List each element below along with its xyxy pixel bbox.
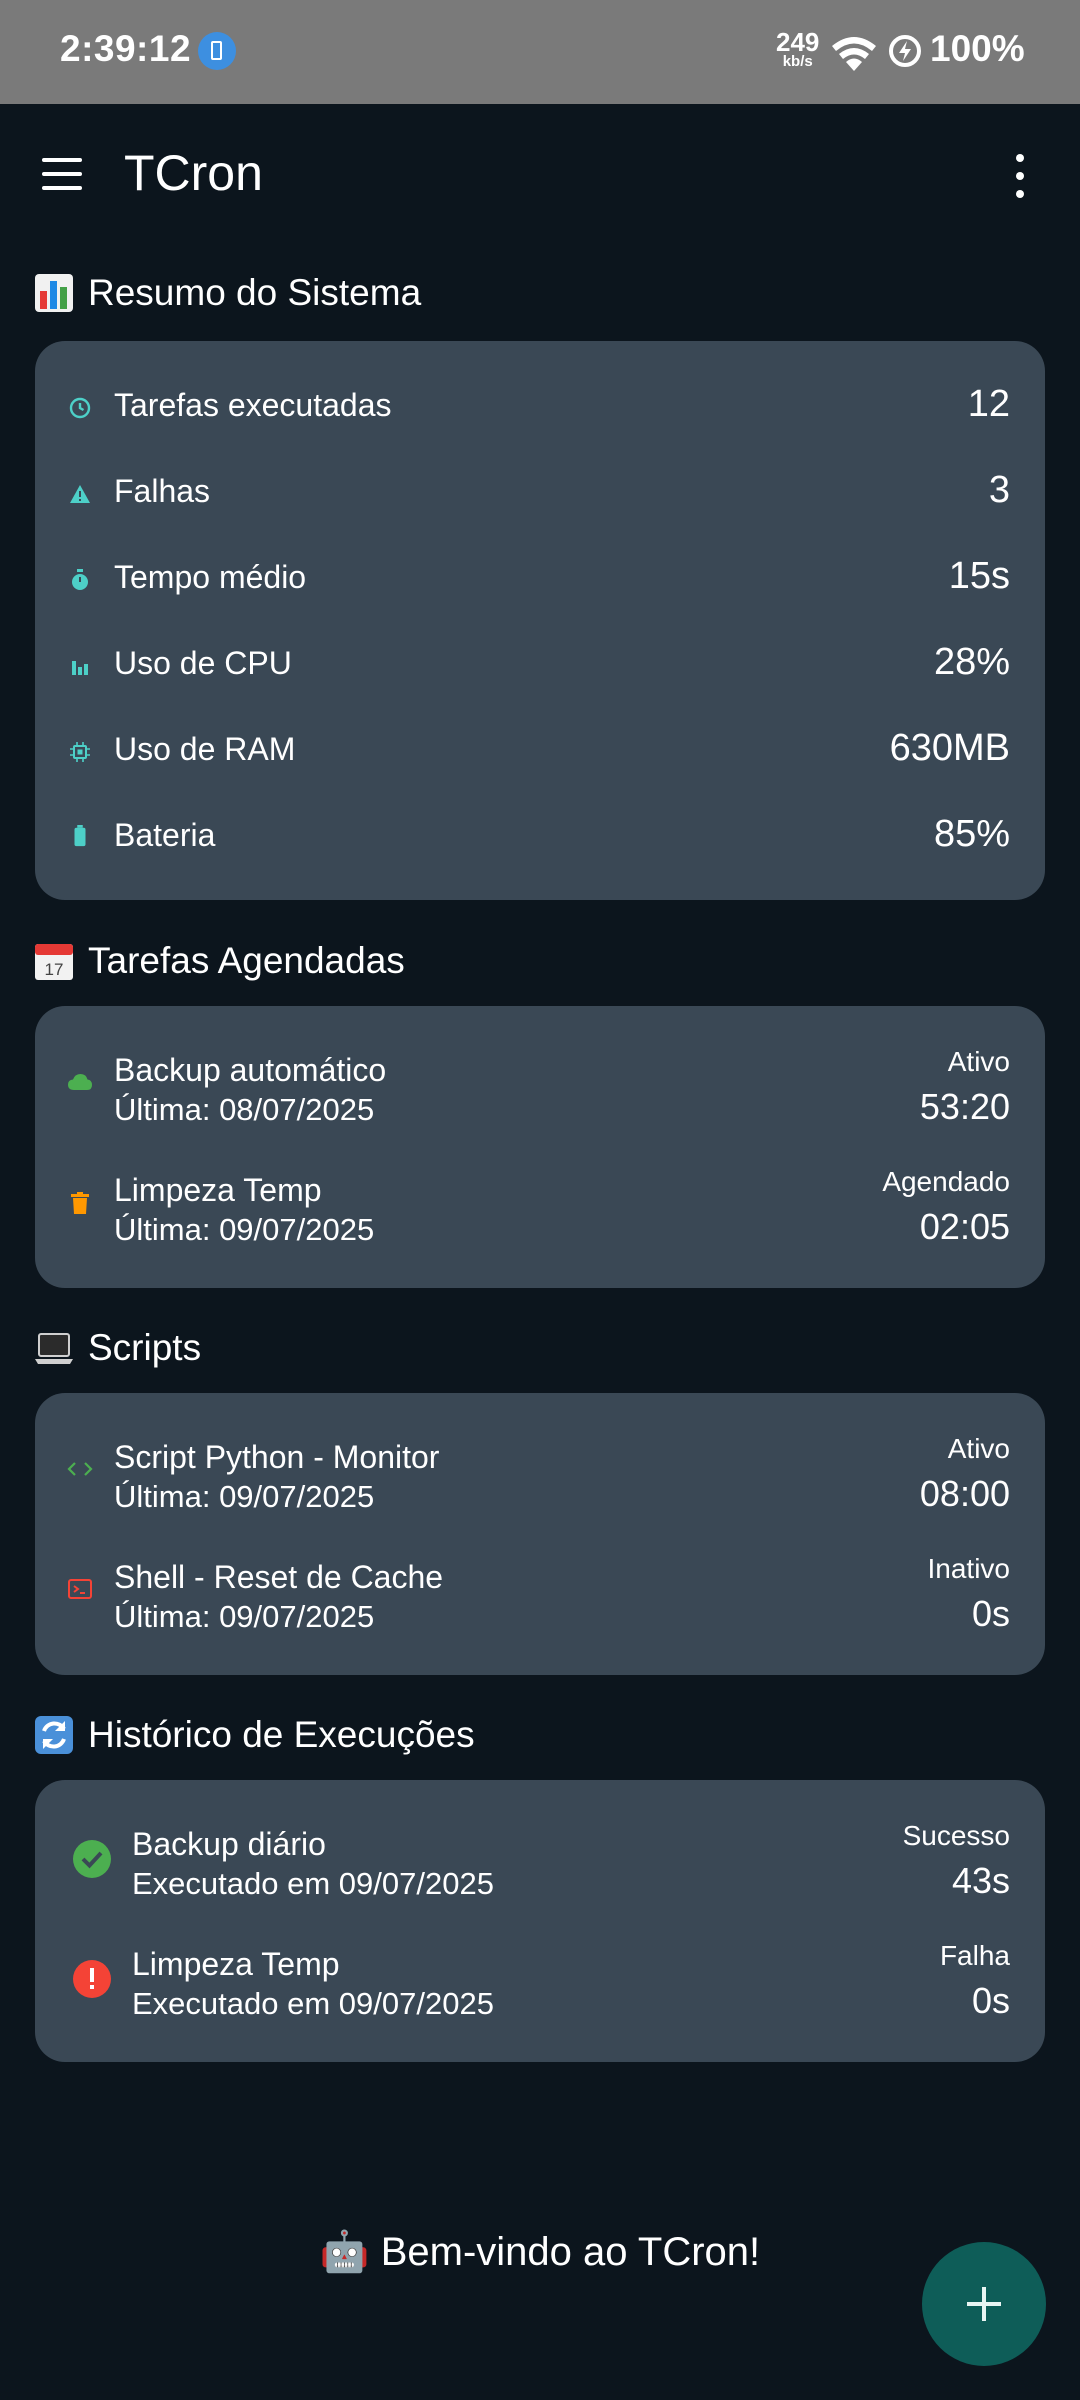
svg-text:17: 17 bbox=[45, 960, 64, 979]
script-last-run: Última: 09/07/2025 bbox=[114, 1479, 375, 1514]
welcome-message: 🤖 Bem-vindo ao TCron! bbox=[319, 2230, 761, 2274]
wifi-icon bbox=[832, 37, 876, 71]
summary-title: Resumo do Sistema bbox=[88, 272, 422, 313]
refresh-emoji-icon bbox=[35, 1716, 73, 1754]
summary-label: Uso de RAM bbox=[114, 731, 296, 767]
timer-icon bbox=[72, 569, 88, 590]
script-status: Inativo bbox=[927, 1553, 1011, 1584]
check-circle-icon bbox=[73, 1840, 111, 1878]
summary-row-cpu: Uso de CPU 28% bbox=[35, 641, 1045, 691]
scripts-card: Script Python - Monitor Última: 09/07/20… bbox=[35, 1393, 1045, 1675]
history-status: Falha bbox=[939, 1940, 1010, 1971]
app-bar: TCron bbox=[0, 104, 1080, 244]
cloud-icon bbox=[68, 1074, 92, 1090]
calendar-emoji-icon: 17 bbox=[35, 944, 73, 980]
summary-section-title: Resumo do Sistema bbox=[34, 272, 421, 314]
script-time: 08:00 bbox=[919, 1473, 1010, 1514]
bar-chart-emoji-icon bbox=[35, 274, 73, 312]
laptop-emoji-icon bbox=[35, 1333, 73, 1364]
task-time: 53:20 bbox=[919, 1086, 1010, 1127]
summary-label: Falhas bbox=[114, 473, 211, 509]
script-time: 0s bbox=[971, 1593, 1010, 1634]
memory-chip-icon bbox=[70, 742, 90, 762]
script-status: Ativo bbox=[947, 1433, 1010, 1464]
script-name: Shell - Reset de Cache bbox=[114, 1559, 444, 1595]
summary-value: 15s bbox=[948, 555, 1010, 597]
clock-icon bbox=[69, 397, 91, 419]
script-item[interactable]: Shell - Reset de Cache Última: 09/07/202… bbox=[35, 1553, 1045, 1634]
script-name: Script Python - Monitor bbox=[114, 1439, 440, 1475]
task-status: Agendado bbox=[882, 1166, 1010, 1197]
summary-label: Tarefas executadas bbox=[114, 387, 392, 423]
scheduled-title: Tarefas Agendadas bbox=[88, 940, 405, 981]
status-bar: 2:39:12 249 kb/s 100% bbox=[0, 0, 1080, 104]
history-detail: Executado em 09/07/2025 bbox=[132, 1866, 494, 1901]
summary-row-ram: Uso de RAM 630MB bbox=[35, 727, 1045, 777]
history-section-title: Histórico de Execuções bbox=[34, 1714, 475, 1756]
history-duration: 0s bbox=[971, 1980, 1010, 2021]
history-detail: Executado em 09/07/2025 bbox=[132, 1986, 494, 2021]
history-name: Limpeza Temp bbox=[132, 1946, 340, 1982]
network-speed: 249 kb/s bbox=[776, 29, 819, 69]
task-last-run: Última: 09/07/2025 bbox=[114, 1212, 375, 1247]
history-item[interactable]: Limpeza Temp Executado em 09/07/2025 Fal… bbox=[35, 1940, 1045, 2021]
task-time: 02:05 bbox=[919, 1206, 1010, 1247]
summary-card: Tarefas executadas 12 Falhas 3 Tempo méd… bbox=[35, 341, 1045, 900]
summary-label: Uso de CPU bbox=[114, 645, 292, 681]
task-name: Limpeza Temp bbox=[114, 1172, 322, 1208]
more-options-icon[interactable] bbox=[1000, 150, 1040, 202]
task-name: Backup automático bbox=[114, 1052, 387, 1088]
summary-value: 630MB bbox=[889, 727, 1010, 769]
app-title: TCron bbox=[124, 145, 263, 201]
script-last-run: Última: 09/07/2025 bbox=[114, 1599, 375, 1634]
scheduled-task-item[interactable]: Limpeza Temp Última: 09/07/2025 Agendado… bbox=[35, 1166, 1045, 1247]
history-card: Backup diário Executado em 09/07/2025 Su… bbox=[35, 1780, 1045, 2062]
history-duration: 43s bbox=[951, 1860, 1010, 1901]
scheduled-task-item[interactable]: Backup automático Última: 08/07/2025 Ati… bbox=[35, 1046, 1045, 1127]
menu-icon[interactable] bbox=[36, 152, 88, 196]
summary-label: Bateria bbox=[114, 817, 216, 853]
terminal-icon bbox=[68, 1579, 92, 1599]
summary-row-failures: Falhas 3 bbox=[35, 469, 1045, 519]
scripts-section-title: Scripts bbox=[34, 1327, 201, 1369]
summary-label: Tempo médio bbox=[114, 559, 307, 595]
error-circle-icon bbox=[73, 1960, 111, 1998]
summary-row-battery: Bateria 85% bbox=[35, 813, 1045, 863]
scripts-title: Scripts bbox=[88, 1327, 202, 1368]
battery-icon bbox=[74, 825, 86, 847]
summary-value: 28% bbox=[933, 641, 1010, 683]
script-item[interactable]: Script Python - Monitor Última: 09/07/20… bbox=[35, 1433, 1045, 1514]
bar-chart-icon bbox=[72, 661, 88, 675]
summary-value: 85% bbox=[933, 813, 1010, 855]
history-item[interactable]: Backup diário Executado em 09/07/2025 Su… bbox=[35, 1820, 1045, 1901]
scheduled-card: Backup automático Última: 08/07/2025 Ati… bbox=[35, 1006, 1045, 1288]
task-status: Ativo bbox=[947, 1046, 1010, 1077]
warning-icon bbox=[70, 485, 90, 503]
app-notification-icon bbox=[198, 32, 236, 70]
history-status: Sucesso bbox=[902, 1820, 1010, 1851]
code-icon bbox=[67, 1462, 93, 1476]
history-name: Backup diário bbox=[132, 1826, 326, 1862]
history-title: Histórico de Execuções bbox=[88, 1714, 475, 1755]
summary-row-avg-time: Tempo médio 15s bbox=[35, 555, 1045, 605]
battery-percentage: 100% bbox=[930, 28, 1025, 69]
summary-value: 12 bbox=[967, 383, 1010, 425]
summary-value: 3 bbox=[988, 469, 1010, 511]
status-time: 2:39:12 bbox=[60, 28, 192, 69]
summary-row-executed: Tarefas executadas 12 bbox=[35, 383, 1045, 433]
scheduled-section-title: 17 Tarefas Agendadas bbox=[34, 940, 405, 982]
trash-icon bbox=[71, 1192, 89, 1214]
add-task-button[interactable] bbox=[922, 2242, 1046, 2366]
battery-saver-icon bbox=[889, 35, 921, 67]
task-last-run: Última: 08/07/2025 bbox=[114, 1092, 375, 1127]
